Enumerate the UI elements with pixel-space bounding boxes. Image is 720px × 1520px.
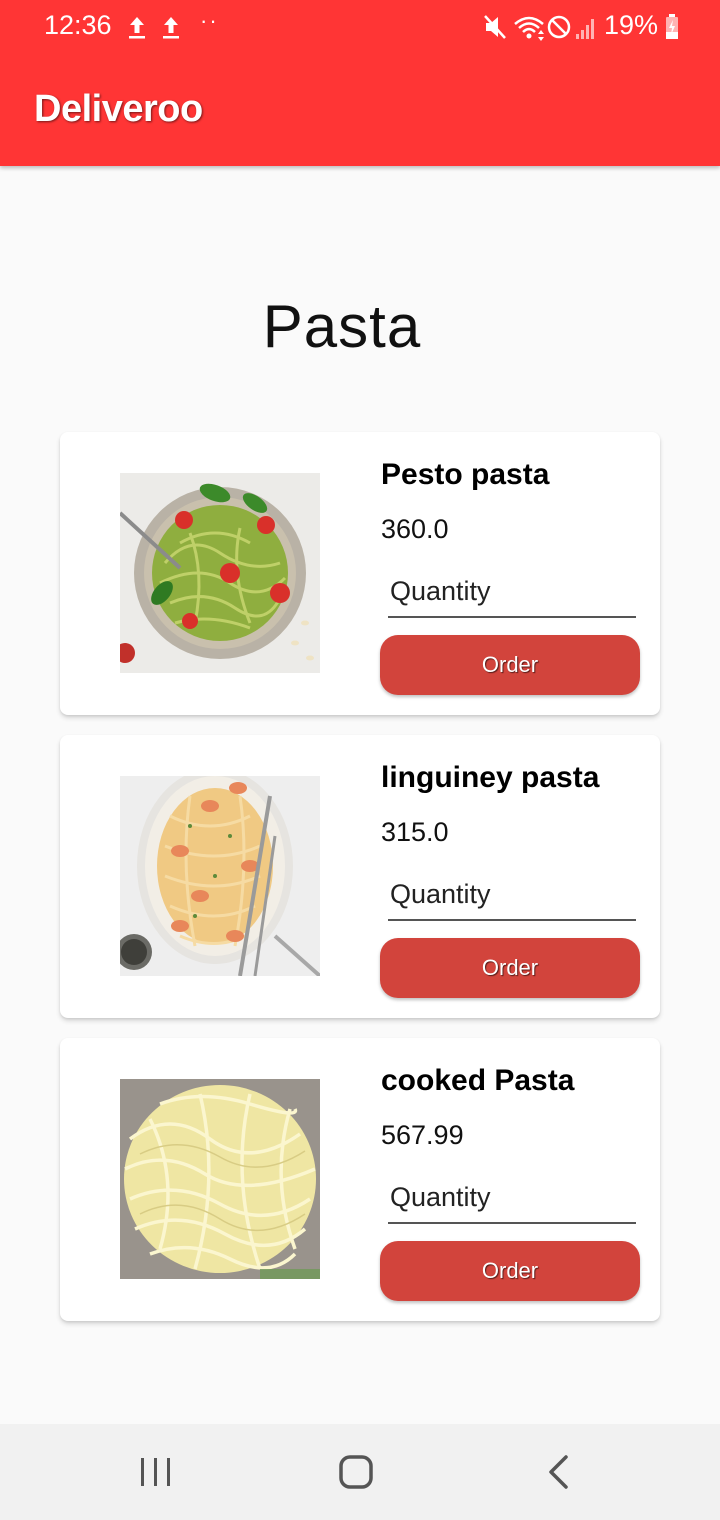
mute-icon — [484, 15, 506, 39]
navigation-bar — [0, 1424, 720, 1520]
menu-item-name: cooked Pasta — [381, 1064, 575, 1097]
menu-item-name: Pesto pasta — [381, 458, 550, 491]
home-icon[interactable] — [326, 1448, 386, 1496]
app-header: 12:36 ·· 19% Deliveroo — [0, 0, 720, 166]
app-title: Deliveroo — [34, 88, 203, 130]
battery-percentage: 19% — [604, 10, 659, 40]
upload-icon — [129, 17, 145, 39]
menu-item-price: 360.0 — [381, 514, 449, 544]
menu-item-card: Pesto pasta 360.0 Order — [60, 432, 660, 715]
cooked-pasta-image — [120, 1079, 320, 1279]
battery-charging-icon — [666, 14, 678, 39]
status-dots: ·· — [200, 8, 219, 33]
menu-item-price: 567.99 — [381, 1120, 464, 1150]
quantity-input[interactable] — [388, 566, 636, 618]
order-button[interactable]: Order — [380, 635, 640, 695]
menu-item-card: cooked Pasta 567.99 Order — [60, 1038, 660, 1321]
upload-icon — [163, 17, 179, 39]
pesto-pasta-image — [120, 473, 320, 673]
menu-list: Pesto pasta 360.0 Order — [60, 432, 660, 1341]
linguine-pasta-image — [120, 776, 320, 976]
quantity-input[interactable] — [388, 869, 636, 921]
app-screen: 12:36 ·· 19% Deliveroo Pasta Pesto pasta… — [0, 0, 720, 1520]
status-bar: 12:36 ·· 19% — [0, 0, 720, 56]
order-button[interactable]: Order — [380, 938, 640, 998]
wifi-icon — [514, 16, 544, 41]
back-icon[interactable] — [528, 1448, 588, 1496]
do-not-disturb-icon — [547, 15, 571, 39]
page-title: Pasta — [262, 293, 422, 360]
signal-icon — [576, 19, 594, 39]
menu-item-price: 315.0 — [381, 817, 449, 847]
quantity-input[interactable] — [388, 1172, 636, 1224]
menu-item-name: linguiney pasta — [381, 761, 600, 794]
status-time: 12:36 — [44, 10, 112, 40]
menu-item-card: linguiney pasta 315.0 Order — [60, 735, 660, 1018]
recent-apps-icon[interactable] — [126, 1448, 186, 1496]
order-button[interactable]: Order — [380, 1241, 640, 1301]
